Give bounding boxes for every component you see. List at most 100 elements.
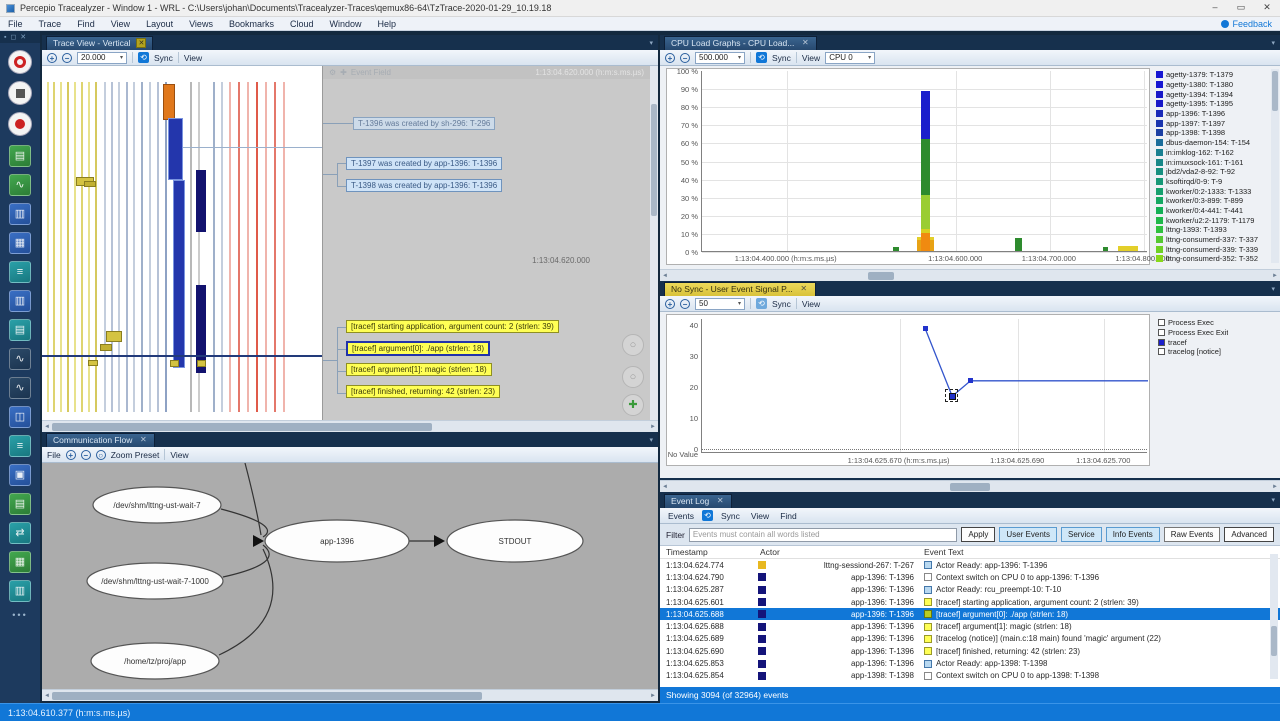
record-ring-button[interactable] [8, 50, 32, 74]
stop-button[interactable] [8, 81, 32, 105]
add-field-icon[interactable]: ✚ [340, 68, 347, 77]
event-log-menu-find[interactable]: Find [777, 511, 800, 521]
panel-menu-icon[interactable]: ▾ [649, 436, 658, 444]
actor-instance-graph-icon[interactable]: ▤ [9, 145, 31, 167]
heatmap-view-icon[interactable]: ▤ [9, 493, 31, 515]
view-menu[interactable]: View [170, 450, 188, 460]
apply-button[interactable]: Apply [961, 527, 995, 542]
close-button[interactable]: ✕ [1254, 0, 1280, 16]
close-tab-icon[interactable]: ✕ [136, 38, 146, 48]
sync-button[interactable]: Sync [772, 53, 791, 63]
float-add-button[interactable]: ✚ [622, 394, 644, 416]
legend-item[interactable]: ksoftirqd/0-9: T-9 [1156, 177, 1264, 187]
sync-icon[interactable]: ⟲ [138, 52, 149, 63]
zoom-out-icon[interactable]: − [62, 53, 72, 63]
zoom-out-icon[interactable]: − [81, 450, 91, 460]
sidebar-dock-header[interactable]: ▪◻✕ [0, 31, 40, 43]
legend-item[interactable]: Process Exec Exit [1158, 328, 1268, 338]
menu-help[interactable]: Help [370, 19, 405, 29]
zoom-in-icon[interactable]: + [47, 53, 57, 63]
legend-item[interactable]: agetty-1380: T-1380 [1156, 80, 1264, 90]
vertical-trace-view-icon[interactable]: ▥ [9, 203, 31, 225]
legend-item[interactable]: tracef [1158, 337, 1268, 347]
trace-vertical-scrollbar[interactable] [650, 66, 658, 420]
minimize-button[interactable]: – [1202, 0, 1228, 16]
feedback-link[interactable]: Feedback [1221, 19, 1280, 29]
zoom-level-select[interactable]: 500.000▾ [695, 52, 745, 64]
intervals-view-icon[interactable]: ◫ [9, 406, 31, 428]
communication-flow-view-icon[interactable]: ⇄ [9, 522, 31, 544]
view-menu[interactable]: View [184, 53, 202, 63]
legend-item[interactable]: Process Exec [1158, 318, 1268, 328]
close-tab-icon[interactable]: ✕ [715, 496, 725, 506]
signal-horizontal-scrollbar[interactable]: ◄► [660, 480, 1280, 492]
event-log-row[interactable]: 1:13:04.625.853app-1396: T-1396Actor Rea… [660, 657, 1280, 669]
sync-icon[interactable]: ⟲ [756, 298, 767, 309]
legend-scrollbar[interactable] [1271, 69, 1279, 263]
column-actor[interactable]: Actor [756, 547, 914, 557]
legend-item[interactable]: kworker/0:2-1333: T-1333 [1156, 186, 1264, 196]
data-point[interactable] [923, 326, 928, 331]
menu-file[interactable]: File [0, 19, 31, 29]
menu-views[interactable]: Views [181, 19, 221, 29]
panel-menu-icon[interactable]: ▾ [1271, 496, 1280, 504]
tab-user-event-signal-plot[interactable]: No Sync - User Event Signal P... ✕ [664, 282, 816, 296]
legend-item[interactable]: in:imuxsock-161: T-161 [1156, 157, 1264, 167]
info-events-button[interactable]: Info Events [1106, 527, 1160, 542]
io-plot-view-icon[interactable]: ▦ [9, 551, 31, 573]
zoom-out-icon[interactable]: − [680, 299, 690, 309]
close-tab-icon[interactable]: ✕ [799, 284, 809, 294]
legend-item[interactable]: app-1397: T-1397 [1156, 118, 1264, 128]
event-log-menu-sync[interactable]: Sync [718, 511, 743, 521]
legend-checkbox[interactable] [1158, 339, 1165, 346]
sync-button[interactable]: Sync [154, 53, 173, 63]
view-menu[interactable]: View [802, 299, 820, 309]
menu-layout[interactable]: Layout [138, 19, 181, 29]
tab-trace-view-vertical[interactable]: Trace View - Vertical ✕ [46, 36, 153, 50]
event-log-row[interactable]: 1:13:04.625.690app-1396: T-1396[tracef] … [660, 645, 1280, 657]
menu-bookmarks[interactable]: Bookmarks [221, 19, 282, 29]
panel-menu-icon[interactable]: ▾ [649, 39, 658, 47]
menu-find[interactable]: Find [69, 19, 103, 29]
cpu-load-chart[interactable]: 100 %90 %80 %70 %60 %50 %40 %30 %20 %10 … [666, 68, 1150, 265]
zoom-in-icon[interactable]: + [665, 53, 675, 63]
gear-icon[interactable]: ⚙ [329, 68, 336, 77]
more-views-button[interactable]: ••• [0, 610, 40, 620]
event-log-row[interactable]: 1:13:04.624.790app-1396: T-1396Context s… [660, 571, 1280, 583]
menu-trace[interactable]: Trace [31, 19, 70, 29]
legend-checkbox[interactable] [1158, 319, 1165, 326]
zoom-level-select[interactable]: 50▾ [695, 298, 745, 310]
user-event-plot-icon[interactable]: ▥ [9, 290, 31, 312]
raw-events-button[interactable]: Raw Events [1164, 527, 1221, 542]
maximize-button[interactable]: ▭ [1228, 0, 1254, 16]
event-log-table[interactable]: TimestampActorEvent Text1:13:04.624.774l… [660, 546, 1280, 687]
horizontal-trace-view-icon[interactable]: ∿ [9, 174, 31, 196]
signal-plot-b-icon[interactable]: ∿ [9, 377, 31, 399]
advanced-button[interactable]: Advanced [1224, 527, 1274, 542]
close-tab-icon[interactable]: ✕ [800, 38, 810, 48]
sync-button[interactable]: Sync [772, 299, 791, 309]
state-machine-view-icon[interactable]: ≡ [9, 435, 31, 457]
cpu-horizontal-scrollbar[interactable]: ◄► [660, 269, 1280, 281]
comm-horizontal-scrollbar[interactable]: ◄► [42, 689, 658, 701]
legend-item[interactable]: lttng-consumerd-337: T-337 [1156, 235, 1264, 245]
user-events-button[interactable]: User Events [999, 527, 1057, 542]
event-log-scrollbar[interactable] [1270, 554, 1278, 679]
event-log-view-icon[interactable]: ≡ [9, 261, 31, 283]
sync-icon[interactable]: ⟲ [702, 510, 713, 521]
actor-statistics-icon[interactable]: ▤ [9, 319, 31, 341]
user-event-label[interactable]: [tracef] starting application, argument … [346, 320, 559, 333]
column-event-text[interactable]: Event Text [914, 547, 1280, 557]
view-menu[interactable]: View [802, 53, 820, 63]
legend-item[interactable]: dbus-daemon-154: T-154 [1156, 138, 1264, 148]
zoom-in-icon[interactable]: + [665, 299, 675, 309]
float-zoom-out-button[interactable]: ○ [622, 366, 644, 388]
legend-item[interactable]: lttng-1393: T-1393 [1156, 225, 1264, 235]
menu-view[interactable]: View [103, 19, 138, 29]
legend-checkbox[interactable] [1158, 348, 1165, 355]
legend-item[interactable]: in:imklog-162: T-162 [1156, 148, 1264, 158]
event-log-menu-events[interactable]: Events [665, 511, 697, 521]
zoom-preset-icon[interactable]: ○ [96, 450, 106, 460]
column-timestamp[interactable]: Timestamp [660, 547, 756, 557]
service-button[interactable]: Service [1061, 527, 1102, 542]
